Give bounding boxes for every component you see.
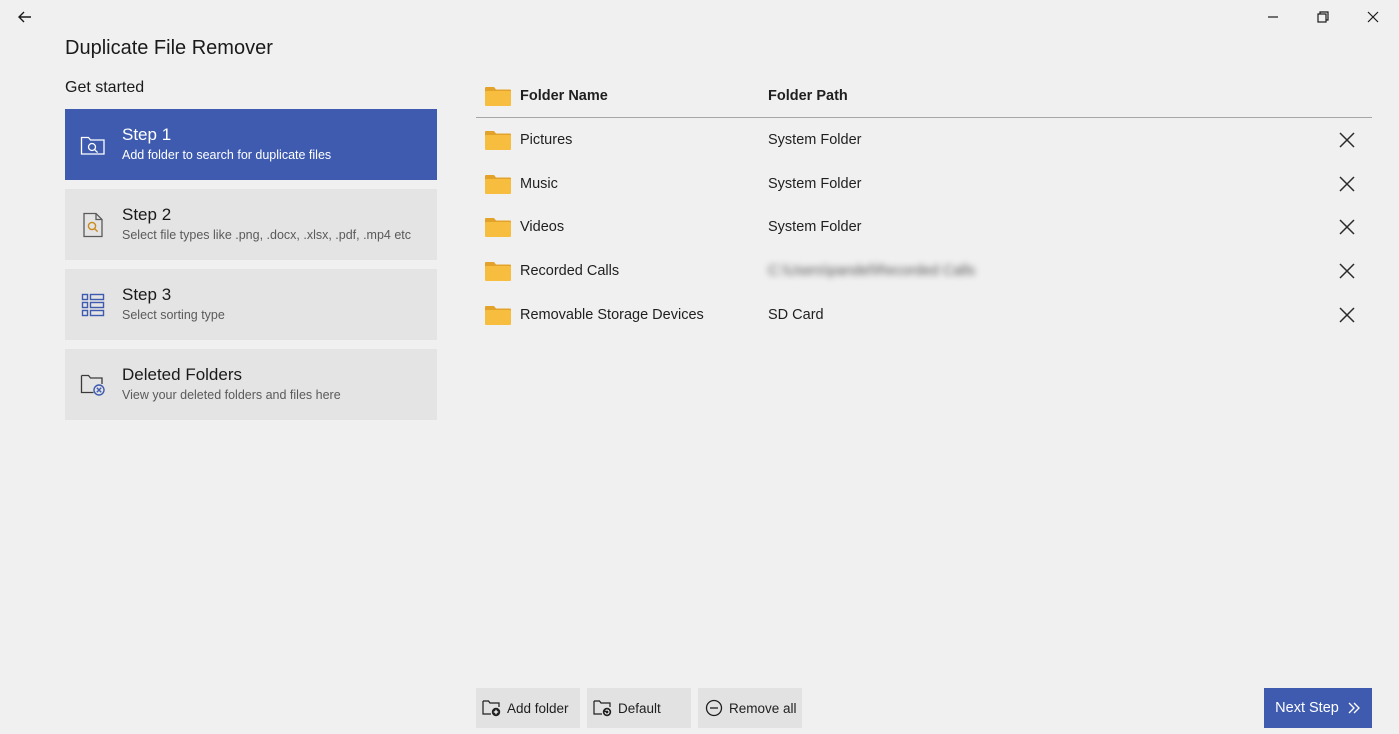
table-row[interactable]: Music System Folder	[476, 162, 1372, 206]
step-3-card[interactable]: Step 3 Select sorting type	[65, 269, 437, 340]
folder-name: Pictures	[520, 131, 573, 148]
folder-deleted-icon	[79, 371, 107, 399]
close-window-button[interactable]	[1362, 6, 1384, 28]
folder-search-icon	[79, 131, 107, 159]
minimize-button[interactable]	[1262, 6, 1284, 28]
close-icon	[1339, 263, 1355, 279]
restore-icon	[1317, 11, 1329, 23]
add-folder-label: Add folder	[507, 700, 569, 716]
step-title: Step 2	[122, 205, 172, 224]
folder-path: System Folder	[768, 219, 862, 236]
folder-icon	[485, 130, 511, 150]
double-chevron-right-icon	[1347, 702, 1361, 714]
table-row[interactable]: Videos System Folder	[476, 205, 1372, 249]
folder-table: Folder Name Folder Path Pictures System …	[476, 75, 1372, 336]
close-icon	[1367, 11, 1379, 23]
add-folder-button[interactable]: Add folder	[476, 688, 580, 728]
step-title: Deleted Folders	[122, 365, 243, 384]
step-subtitle: Add folder to search for duplicate files	[122, 148, 332, 162]
folder-icon	[485, 174, 511, 194]
remove-row-button[interactable]	[1322, 219, 1372, 235]
column-header-folder-name[interactable]: Folder Name	[520, 88, 608, 104]
get-started-heading: Get started	[65, 79, 145, 96]
default-label: Default	[618, 700, 661, 716]
remove-row-button[interactable]	[1322, 263, 1372, 279]
step-subtitle: View your deleted folders and files here	[122, 388, 341, 402]
folder-name: Videos	[520, 219, 565, 236]
table-row[interactable]: Pictures System Folder	[476, 118, 1372, 162]
steps-panel: Step 1 Add folder to search for duplicat…	[65, 109, 437, 429]
folder-name: Recorded Calls	[520, 262, 620, 279]
default-button[interactable]: Default	[587, 688, 691, 728]
next-step-label: Next Step	[1275, 700, 1339, 716]
remove-row-button[interactable]	[1322, 307, 1372, 323]
close-icon	[1339, 219, 1355, 235]
step-title: Step 1	[122, 125, 172, 144]
folder-add-icon	[482, 698, 502, 718]
step-2-card[interactable]: Step 2 Select file types like .png, .doc…	[65, 189, 437, 260]
file-search-icon	[79, 211, 107, 239]
folder-icon	[485, 86, 511, 106]
back-arrow-icon	[18, 11, 31, 23]
restore-button[interactable]	[1312, 6, 1334, 28]
step-title: Step 3	[122, 285, 172, 304]
step-subtitle: Select sorting type	[122, 308, 225, 322]
remove-row-button[interactable]	[1322, 132, 1372, 148]
next-step-button[interactable]: Next Step	[1264, 688, 1372, 728]
close-icon	[1339, 132, 1355, 148]
back-button[interactable]	[14, 6, 36, 28]
deleted-folders-card[interactable]: Deleted Folders View your deleted folder…	[65, 349, 437, 420]
list-sort-icon	[79, 291, 107, 319]
minimize-icon	[1268, 16, 1278, 18]
folder-name: Removable Storage Devices	[520, 306, 704, 323]
folder-name: Music	[520, 175, 558, 192]
column-header-folder-path[interactable]: Folder Path	[768, 88, 848, 104]
table-header: Folder Name Folder Path	[476, 75, 1372, 118]
folder-reset-icon	[593, 698, 613, 718]
close-icon	[1339, 176, 1355, 192]
minus-circle-icon	[704, 698, 724, 718]
folder-icon	[485, 261, 511, 281]
folder-path: SD Card	[768, 306, 824, 323]
step-subtitle: Select file types like .png, .docx, .xls…	[122, 228, 412, 242]
folder-icon	[485, 305, 511, 325]
step-1-card[interactable]: Step 1 Add folder to search for duplicat…	[65, 109, 437, 180]
folder-path-redacted: C:\Users\pandel\Recorded Calls	[768, 262, 976, 279]
table-row[interactable]: Recorded Calls C:\Users\pandel\Recorded …	[476, 249, 1372, 293]
table-row[interactable]: Removable Storage Devices SD Card	[476, 293, 1372, 337]
folder-path: System Folder	[768, 131, 862, 148]
close-icon	[1339, 307, 1355, 323]
app-title: Duplicate File Remover	[65, 37, 273, 59]
remove-row-button[interactable]	[1322, 176, 1372, 192]
folder-icon	[485, 217, 511, 238]
remove-all-label: Remove all	[729, 700, 797, 716]
folder-path: System Folder	[768, 175, 862, 192]
remove-all-button[interactable]: Remove all	[698, 688, 802, 728]
